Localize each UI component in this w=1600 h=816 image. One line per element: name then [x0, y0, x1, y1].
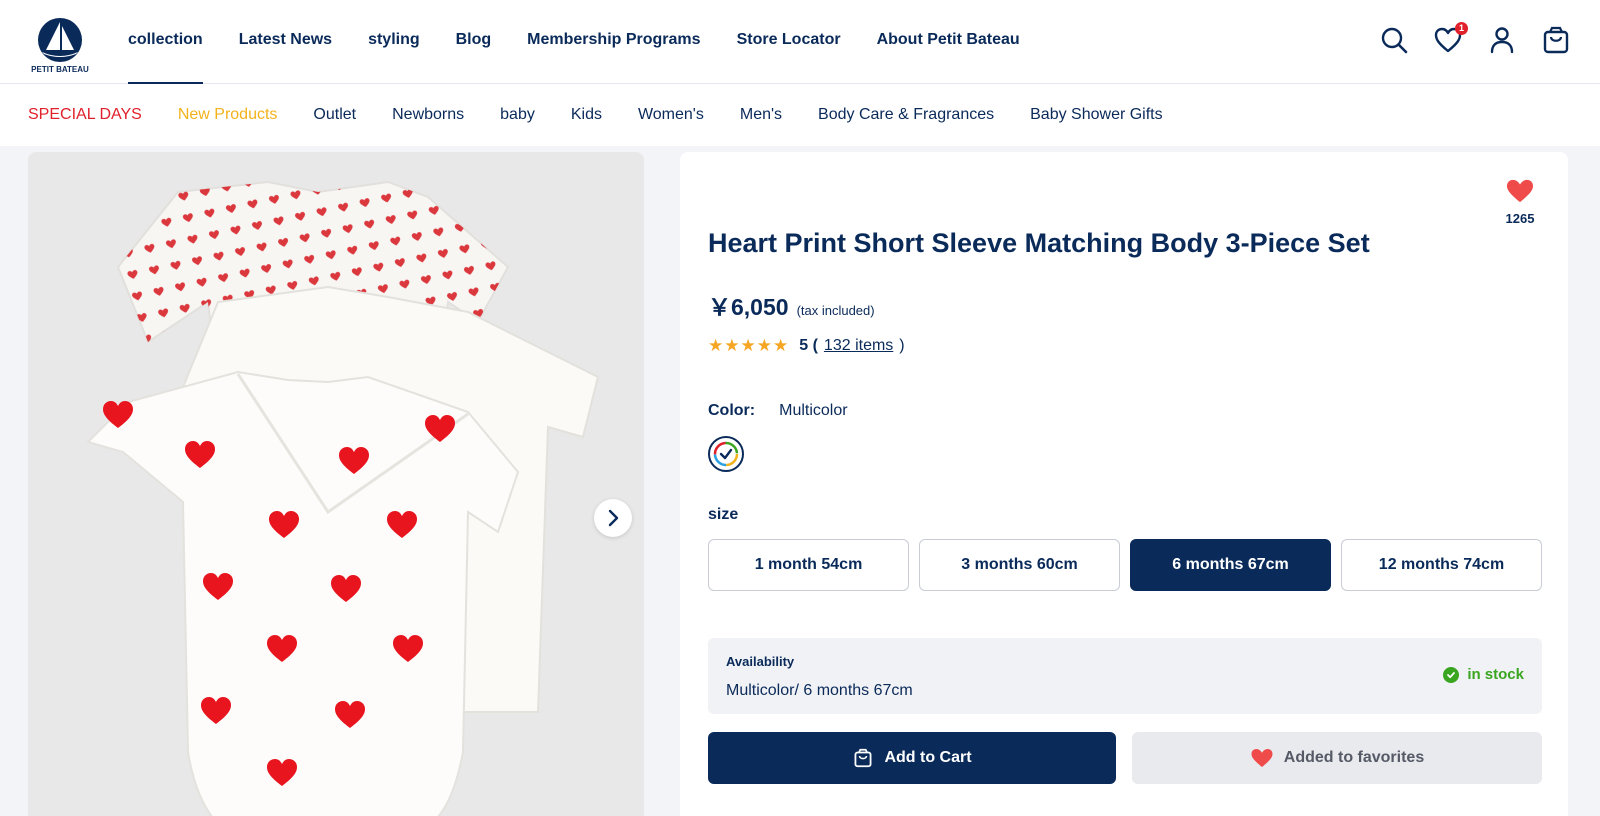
category-womens[interactable]: Women's	[638, 106, 704, 124]
tax-note: (tax included)	[796, 303, 875, 318]
category-baby-shower-gifts[interactable]: Baby Shower Gifts	[1030, 106, 1163, 124]
rating-score: 5 (	[799, 337, 818, 354]
product-title: Heart Print Short Sleeve Matching Body 3…	[708, 228, 1370, 258]
heart-filled-icon	[1507, 179, 1533, 203]
heart-filled-icon	[1251, 749, 1273, 767]
product-details-panel: 1265 Heart Print Short Sleeve Matching B…	[680, 152, 1568, 816]
favorites-count: 1265	[1505, 211, 1535, 226]
category-new-products[interactable]: New Products	[178, 106, 278, 124]
star-icon: ★	[756, 336, 772, 355]
category-baby[interactable]: baby	[500, 106, 535, 124]
chevron-right-icon	[608, 509, 619, 527]
size-option-1-month[interactable]: 1 month 54cm	[708, 539, 909, 591]
add-to-cart-label: Add to Cart	[884, 749, 972, 766]
star-icon: ★	[708, 336, 724, 355]
check-circle-icon	[1443, 666, 1460, 683]
rating-close: )	[899, 337, 905, 354]
category-special-days[interactable]: SPECIAL DAYS	[28, 106, 142, 124]
color-label: Color:	[708, 402, 756, 419]
petit-bateau-logo[interactable]: PETIT BATEAU	[26, 10, 94, 74]
availability-label: Availability	[726, 654, 795, 669]
nav-store-locator[interactable]: Store Locator	[737, 0, 841, 84]
category-newborns[interactable]: Newborns	[392, 106, 464, 124]
nav-blog[interactable]: Blog	[456, 0, 492, 84]
header-actions: 1	[1356, 22, 1572, 56]
product-image-gallery[interactable]	[28, 152, 644, 816]
main-navigation: collection Latest News styling Blog Memb…	[128, 0, 1056, 84]
size-option-12-months[interactable]: 12 months 74cm	[1341, 539, 1542, 591]
next-image-button[interactable]	[594, 499, 632, 537]
logo-text: PETIT BATEAU	[31, 65, 89, 74]
availability-value: Multicolor/ 6 months 67cm	[726, 682, 913, 699]
user-icon[interactable]	[1486, 24, 1518, 56]
size-option-6-months[interactable]: 6 months 67cm	[1130, 539, 1331, 591]
favorite-toggle[interactable]: 1265	[1500, 178, 1540, 226]
shopping-bag-icon[interactable]	[1540, 24, 1572, 56]
reviews-link[interactable]: 132 items	[824, 337, 893, 355]
availability-box: Availability Multicolor/ 6 months 67cm i…	[708, 638, 1542, 714]
star-icon: ★	[724, 336, 740, 355]
product-image	[86, 180, 600, 816]
color-swatch-multicolor[interactable]	[708, 436, 744, 472]
nav-about-petit-bateau[interactable]: About Petit Bateau	[877, 0, 1020, 84]
category-mens[interactable]: Men's	[740, 106, 782, 124]
search-icon[interactable]	[1378, 24, 1410, 56]
stock-status: in stock	[1443, 666, 1524, 683]
price-row: ￥6,050 (tax included)	[708, 288, 875, 322]
added-to-favorites-label: Added to favorites	[1283, 749, 1425, 766]
category-outlet[interactable]: Outlet	[313, 106, 356, 124]
multicolor-check-icon	[713, 441, 739, 467]
category-navigation: SPECIAL DAYS New Products Outlet Newborn…	[0, 84, 1600, 146]
size-label: size	[708, 506, 739, 523]
product-price: ￥6,050	[708, 294, 789, 320]
add-to-cart-button[interactable]: Add to Cart	[708, 732, 1116, 784]
favorites-count-badge: 1	[1455, 22, 1468, 35]
color-value: Multicolor	[779, 402, 848, 419]
site-header: PETIT BATEAU collection Latest News styl…	[0, 0, 1600, 84]
color-row: Color: Multicolor	[708, 402, 848, 420]
nav-styling[interactable]: styling	[368, 0, 420, 84]
heart-icon[interactable]: 1	[1432, 22, 1468, 56]
nav-collection[interactable]: collection	[128, 0, 203, 84]
rating-row: ★ ★ ★ ★ ★ 5 ( 132 items )	[708, 336, 905, 356]
star-icon: ★	[740, 336, 756, 355]
nav-membership-programs[interactable]: Membership Programs	[527, 0, 700, 84]
nav-latest-news[interactable]: Latest News	[239, 0, 332, 84]
added-to-favorites-button[interactable]: Added to favorites	[1132, 732, 1542, 784]
size-option-3-months[interactable]: 3 months 60cm	[919, 539, 1120, 591]
size-selector: 1 month 54cm 3 months 60cm 6 months 67cm…	[708, 539, 1542, 591]
stock-status-label: in stock	[1467, 666, 1524, 683]
shopping-bag-icon	[854, 748, 872, 768]
star-icon: ★	[773, 336, 789, 355]
category-kids[interactable]: Kids	[571, 106, 602, 124]
category-body-care-fragrances[interactable]: Body Care & Fragrances	[818, 106, 994, 124]
star-rating: ★ ★ ★ ★ ★	[708, 336, 789, 356]
